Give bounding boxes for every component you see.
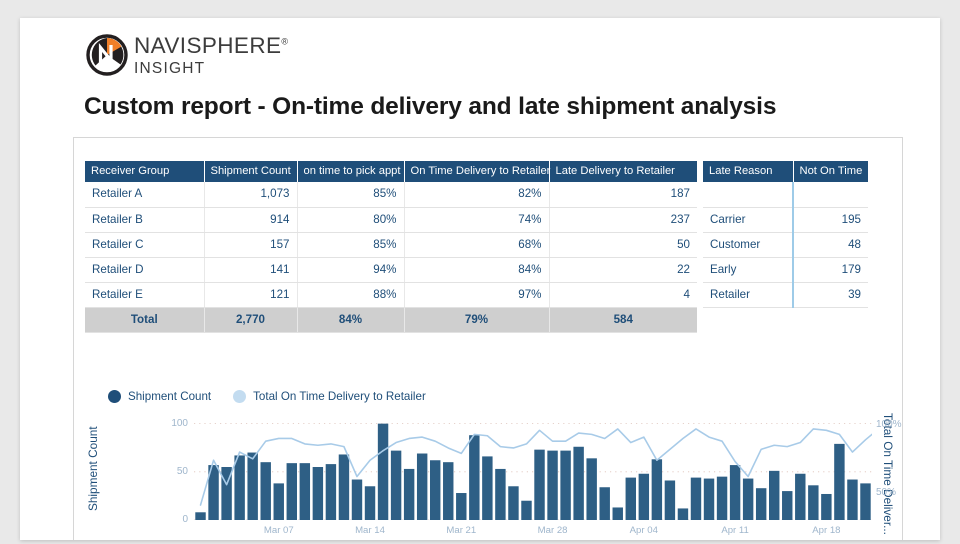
late-reason-cell	[703, 182, 793, 207]
on-time-delivery-cell: 97%	[404, 282, 549, 307]
not-on-time-count-cell	[793, 182, 868, 207]
col-header-late-reason[interactable]: Late Reason	[703, 161, 793, 182]
tables-row: Receiver Group Shipment Count on time to…	[85, 161, 893, 333]
total-on-time-pick-appt: 84%	[297, 307, 404, 332]
receiver-group-cell: Retailer A	[85, 182, 204, 207]
registered-mark-icon: ®	[281, 37, 288, 47]
page-title: Custom report - On-time delivery and lat…	[84, 93, 776, 121]
x-tick-label: Apr 04	[630, 525, 658, 536]
x-tick-label: Mar 07	[264, 525, 294, 536]
brand-name-top: NAVISPHERE®	[134, 35, 288, 58]
total-shipment-count: 2,770	[204, 307, 297, 332]
on-time-pick-appt-cell: 88%	[297, 282, 404, 307]
table-header-row: Receiver Group Shipment Count on time to…	[85, 161, 697, 182]
y-tick-label-left: 100	[162, 418, 188, 429]
on-time-pick-appt-cell: 94%	[297, 257, 404, 282]
col-header-on-time-delivery[interactable]: On Time Delivery to Retailer	[404, 161, 549, 182]
not-on-time-count-cell: 48	[793, 232, 868, 257]
receiver-group-cell: Retailer D	[85, 257, 204, 282]
report-panel: Receiver Group Shipment Count on time to…	[73, 137, 903, 540]
table-row[interactable]: Retailer A1,07385%82%187	[85, 182, 697, 207]
on-time-delivery-cell: 84%	[404, 257, 549, 282]
not-on-time-count-cell: 39	[793, 282, 868, 307]
not-on-time-count-cell: 195	[793, 207, 868, 232]
legend-label: Shipment Count	[128, 390, 211, 403]
total-late-delivery: 584	[549, 307, 697, 332]
late-reason-cell: Retailer	[703, 282, 793, 307]
col-header-receiver-group[interactable]: Receiver Group	[85, 161, 204, 182]
y-tick-label-left: 0	[162, 514, 188, 525]
navisphere-circle-logo-icon	[86, 34, 128, 76]
y-tick-label-right: 100%	[876, 419, 902, 430]
receiver-group-cell: Retailer E	[85, 282, 204, 307]
total-label: Total	[85, 307, 204, 332]
x-tick-label: Mar 14	[355, 525, 385, 536]
legend-item[interactable]: Shipment Count	[108, 390, 211, 403]
late-reason-cell: Customer	[703, 232, 793, 257]
report-card: NAVISPHERE® INSIGHT Custom report - On-t…	[20, 18, 940, 540]
y-tick-label-right: 50%	[876, 487, 896, 498]
x-axis-ticks: Mar 07 Mar 14 Mar 21 Mar 28 Apr 04 Apr 11 Apr …	[194, 525, 872, 539]
table-row[interactable]: Retailer D14194%84%22	[85, 257, 697, 282]
on-time-pick-appt-cell: 85%	[297, 232, 404, 257]
late-reason-cell: Early	[703, 257, 793, 282]
legend-label: Total On Time Delivery to Retailer	[253, 390, 426, 403]
reason-table-body: Carrier195Customer48Early179Retailer39	[703, 182, 868, 307]
receiver-group-table: Receiver Group Shipment Count on time to…	[85, 161, 697, 333]
legend-dot-icon	[233, 390, 246, 403]
on-time-delivery-cell: 68%	[404, 232, 549, 257]
y-tick-label-left: 50	[162, 466, 188, 477]
reason-row[interactable]: Early179	[703, 257, 868, 282]
table-row[interactable]: Retailer E12188%97%4	[85, 282, 697, 307]
late-delivery-cell: 4	[549, 282, 697, 307]
y-axis-title-left: Shipment Count	[84, 410, 102, 528]
x-tick-label: Apr 11	[721, 525, 749, 536]
chart-area: Shipment Count Total On Time Deliver... …	[84, 410, 896, 540]
legend-dot-icon	[108, 390, 121, 403]
reason-row[interactable]: Carrier195	[703, 207, 868, 232]
page-background: NAVISPHERE® INSIGHT Custom report - On-t…	[0, 0, 960, 540]
reason-header-row: Late Reason Not On Time	[703, 161, 868, 182]
brand-name-bottom: INSIGHT	[134, 61, 288, 77]
reason-row[interactable]	[703, 182, 868, 207]
table-total-row: Total2,77084%79%584	[85, 307, 697, 332]
shipment-count-cell: 1,073	[204, 182, 297, 207]
receiver-group-cell: Retailer C	[85, 232, 204, 257]
x-tick-label: Mar 21	[446, 525, 476, 536]
shipment-count-cell: 141	[204, 257, 297, 282]
chart-plot[interactable]	[194, 414, 872, 520]
not-on-time-count-cell: 179	[793, 257, 868, 282]
on-time-pick-appt-cell: 85%	[297, 182, 404, 207]
on-time-delivery-cell: 74%	[404, 207, 549, 232]
col-header-late-delivery[interactable]: Late Delivery to Retailer	[549, 161, 697, 182]
total-on-time-delivery: 79%	[404, 307, 549, 332]
late-delivery-cell: 50	[549, 232, 697, 257]
on-time-delivery-cell: 82%	[404, 182, 549, 207]
col-header-on-time-pick-appt[interactable]: on time to pick appt	[297, 161, 404, 182]
table-row[interactable]: Retailer B91480%74%237	[85, 207, 697, 232]
late-delivery-cell: 237	[549, 207, 697, 232]
reason-row[interactable]: Customer48	[703, 232, 868, 257]
chart-legend: Shipment Count Total On Time Delivery to …	[108, 390, 426, 403]
col-header-shipment-count[interactable]: Shipment Count	[204, 161, 297, 182]
brand-wordmark: NAVISPHERE® INSIGHT	[134, 34, 288, 76]
late-reason-table-wrap: Late Reason Not On Time Carrier195Custom…	[703, 161, 869, 308]
late-reason-table: Late Reason Not On Time Carrier195Custom…	[703, 161, 869, 308]
legend-item[interactable]: Total On Time Delivery to Retailer	[233, 390, 426, 403]
table-body: Retailer A1,07385%82%187Retailer B91480%…	[85, 182, 697, 332]
late-delivery-cell: 22	[549, 257, 697, 282]
late-reason-cell: Carrier	[703, 207, 793, 232]
col-header-not-on-time[interactable]: Not On Time	[793, 161, 868, 182]
table-row[interactable]: Retailer C15785%68%50	[85, 232, 697, 257]
shipment-count-cell: 121	[204, 282, 297, 307]
x-tick-label: Apr 18	[812, 525, 840, 536]
late-delivery-cell: 187	[549, 182, 697, 207]
shipment-count-cell: 914	[204, 207, 297, 232]
on-time-pick-appt-cell: 80%	[297, 207, 404, 232]
shipment-count-cell: 157	[204, 232, 297, 257]
x-tick-label: Mar 28	[538, 525, 568, 536]
reason-row[interactable]: Retailer39	[703, 282, 868, 307]
brand-logo: NAVISPHERE® INSIGHT	[86, 30, 288, 80]
receiver-group-cell: Retailer B	[85, 207, 204, 232]
